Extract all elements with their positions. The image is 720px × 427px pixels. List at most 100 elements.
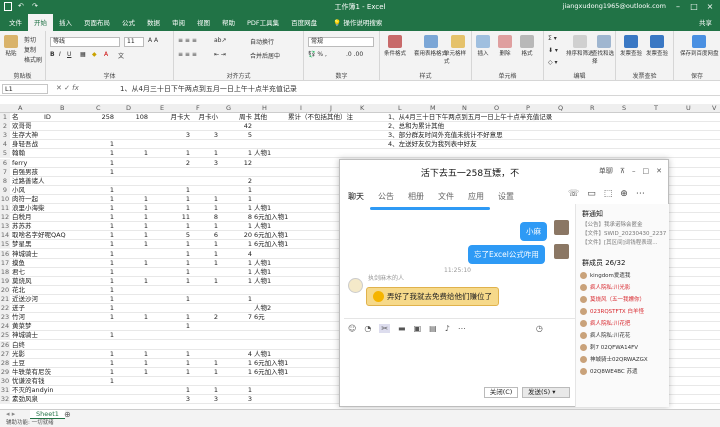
cell[interactable]: 1 (88, 159, 114, 168)
row-number[interactable]: 10 (0, 194, 10, 204)
cell[interactable]: 1 (150, 368, 190, 377)
cell[interactable]: 1 (88, 250, 114, 259)
orientation-icon[interactable]: ab↗ (214, 37, 227, 44)
cell[interactable]: 1 (150, 204, 190, 213)
fill-color-icon[interactable]: ◆ (92, 51, 97, 58)
cell[interactable]: 浪里小海柴 (12, 204, 45, 213)
cell[interactable]: 忧谦没有钱 (12, 377, 45, 386)
cell[interactable]: 1 (88, 222, 114, 231)
cell[interactable]: 月卡小 (190, 113, 219, 122)
cell[interactable]: 1 (88, 149, 114, 158)
cell[interactable]: 白税月 (12, 213, 32, 222)
row-number[interactable]: 4 (0, 140, 10, 150)
row-number[interactable]: 22 (0, 304, 10, 314)
cell[interactable]: 1 (88, 277, 114, 286)
cell[interactable]: 8 (190, 213, 218, 222)
cell[interactable]: 人物1 (254, 149, 271, 158)
cell[interactable]: 1 (88, 286, 114, 295)
cell[interactable]: 2 (150, 159, 190, 168)
formula-input[interactable]: 1、从4月三十日下午两点到五月一日上午十点半充值记录 (120, 84, 297, 94)
tab-notice[interactable]: 公告 (378, 191, 394, 202)
cell[interactable]: 1 (150, 222, 190, 231)
row-number[interactable]: 18 (0, 267, 10, 277)
pin-icon[interactable]: ⊼ (620, 167, 625, 175)
invoice-check-button-2[interactable]: 发票查验 (646, 35, 668, 57)
cell[interactable]: 1 (120, 204, 148, 213)
cell[interactable]: 取啥名字好呢QAQ (12, 231, 66, 240)
cell[interactable]: 6 (190, 231, 218, 240)
column-header[interactable]: U (686, 104, 691, 112)
row-number[interactable]: 24 (0, 322, 10, 332)
row-number[interactable]: 13 (0, 222, 10, 232)
row-number[interactable]: 11 (0, 204, 10, 213)
cell[interactable]: 1 (88, 295, 114, 304)
member-item[interactable]: 神城骑士02QRWAZGX (580, 354, 666, 364)
tab-files[interactable]: 文件 (438, 191, 454, 202)
cell[interactable]: 身轻吾战 (12, 140, 38, 149)
save-baidu-button[interactable]: 保存到百度网盘 (680, 35, 719, 57)
cell[interactable]: 1 (150, 295, 190, 304)
cell[interactable]: 1 (120, 313, 148, 322)
member-item[interactable]: 疯人院私:川花花 (580, 330, 666, 340)
cell[interactable]: 小风 (12, 186, 25, 195)
cell[interactable]: 1 (120, 195, 148, 204)
member-item[interactable]: 疯人院私:川光影 (580, 282, 666, 292)
column-header[interactable]: A (18, 104, 22, 112)
font-size-select[interactable]: 11 (124, 37, 144, 47)
cell[interactable]: 12 (218, 159, 252, 168)
user-account[interactable]: jiangxudong1965@outlook.com (563, 2, 666, 10)
cell[interactable]: 1 (120, 231, 148, 240)
italic-icon[interactable]: I (59, 51, 61, 58)
row-number[interactable]: 9 (0, 185, 10, 195)
column-header[interactable]: F (196, 104, 200, 112)
mic-icon[interactable]: ♪ (445, 324, 450, 333)
name-box[interactable]: L1 (2, 84, 48, 94)
tab-album[interactable]: 相册 (408, 191, 424, 202)
column-header[interactable]: L (398, 104, 402, 112)
cell[interactable]: 3 (150, 131, 190, 140)
tab-chat[interactable]: 聊天 (348, 191, 364, 202)
close-icon[interactable]: × (706, 2, 714, 11)
cell[interactable]: 君七 (12, 268, 25, 277)
cell[interactable]: 1 (120, 359, 148, 368)
column-header[interactable]: H (262, 104, 267, 112)
column-header[interactable]: E (160, 104, 164, 112)
file-line[interactable]: 【文件】SWID_20230430_2237... (582, 229, 666, 237)
copy-button[interactable]: 复制 (24, 45, 36, 54)
find-select-button[interactable]: 查找和选择 (592, 35, 615, 65)
cell[interactable]: 1 (218, 186, 252, 195)
cell[interactable]: 1 (190, 386, 218, 395)
row-number[interactable]: 17 (0, 258, 10, 268)
accounting-icon[interactable]: 💱 % , (308, 51, 327, 58)
row-number[interactable]: 19 (0, 276, 10, 286)
align-top-icon[interactable]: ≡ ≡ ≡ (178, 37, 197, 44)
cell[interactable]: 1 (190, 368, 218, 377)
column-header[interactable]: D (126, 104, 131, 112)
cell[interactable]: 1 (120, 213, 148, 222)
row-number[interactable]: 15 (0, 240, 10, 250)
cell[interactable]: 人物1 (254, 268, 271, 277)
row-number[interactable]: 30 (0, 376, 10, 386)
cell[interactable]: 5 (218, 131, 252, 140)
column-header[interactable]: I (300, 104, 302, 112)
cell[interactable]: 自强男孩 (12, 168, 38, 177)
number-format-select[interactable]: 常规 (308, 37, 374, 47)
cell[interactable]: 1 (88, 168, 114, 177)
column-header[interactable]: B (60, 104, 64, 112)
cell[interactable]: 1 (190, 149, 218, 158)
cell[interactable]: 1 (218, 259, 252, 268)
cell[interactable]: 1 (88, 186, 114, 195)
border-icon[interactable]: ▦ (80, 51, 86, 58)
cell[interactable]: 1 (150, 313, 190, 322)
cell[interactable]: 1 (150, 195, 190, 204)
tab-baidu-pan[interactable]: 百度网盘 (285, 14, 323, 31)
font-name-select[interactable]: 等线 (50, 37, 120, 47)
cell[interactable]: 1 (150, 250, 190, 259)
cell[interactable]: 3 (218, 395, 252, 404)
row-number[interactable]: 29 (0, 367, 10, 377)
send-button[interactable]: 发送(S) ▾ (522, 387, 570, 398)
row-number[interactable]: 28 (0, 358, 10, 368)
cell[interactable]: 1 (88, 195, 114, 204)
cell[interactable]: 1 (150, 322, 190, 331)
cell[interactable]: 人物1 (254, 222, 271, 231)
